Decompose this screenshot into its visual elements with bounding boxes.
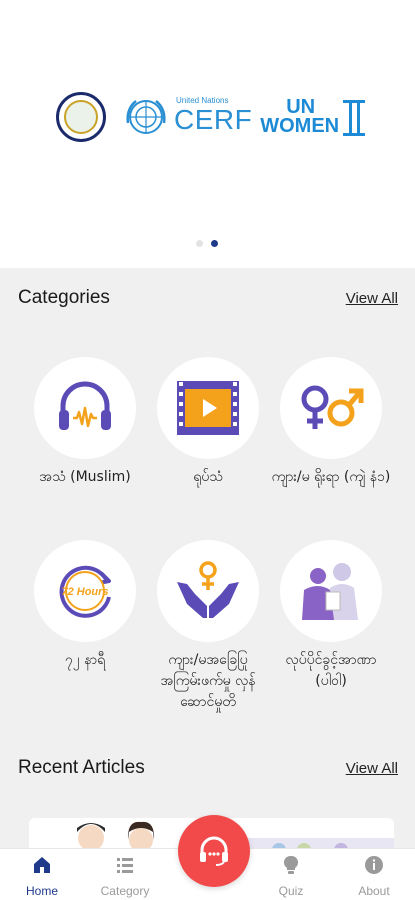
un-emblem-icon	[126, 100, 166, 134]
category-label: ရုပ်သံ	[193, 469, 223, 485]
hands-female-symbol-icon	[177, 561, 239, 618]
category-circle: 72 Hours	[34, 540, 136, 642]
category-item-gender-norms[interactable]: ကျား/မ ရိုးရာ (ကျဲ နံ၁)	[270, 357, 392, 488]
carousel-indicator	[196, 240, 218, 247]
category-circle	[280, 540, 382, 642]
cerf-big-text: CERF	[174, 103, 253, 135]
recent-articles-view-all-link[interactable]: View All	[346, 760, 398, 777]
category-item-audio[interactable]: အသံ (Muslim)	[24, 357, 146, 488]
video-film-icon	[177, 381, 239, 435]
info-icon	[365, 856, 383, 874]
category-label: ကျား/မအခြေပြု အကြမ်းဖက်မှု လှန်ဆောင်မှုတ…	[160, 652, 256, 710]
category-label: ၇၂ နာရီ	[64, 652, 106, 668]
nav-item-quiz[interactable]: Quiz	[256, 849, 326, 898]
carousel-dot-active[interactable]	[211, 240, 218, 247]
headphones-icon	[59, 381, 111, 430]
nav-item-category[interactable]: Category	[90, 849, 160, 898]
nav-label: About	[358, 884, 390, 898]
banner-carousel[interactable]: United Nations CERF UN WOMEN	[0, 0, 415, 268]
category-item-gbv-response[interactable]: ကျား/မအခြေပြု အကြမ်းဖက်မှု လှန်ဆောင်မှုတ…	[147, 540, 269, 713]
categories-view-all-link[interactable]: View All	[346, 290, 398, 307]
category-label: ကျား/မ ရိုးရာ (ကျဲ နံ၁)	[271, 469, 391, 485]
lightbulb-icon	[283, 855, 299, 874]
category-label: အသံ (Muslim)	[39, 469, 131, 485]
72-hours-icon: 72 Hours	[59, 565, 111, 618]
headset-icon	[200, 836, 228, 866]
un-women-bottom-text: WOMEN	[260, 115, 340, 137]
helpline-fab-button[interactable]	[178, 815, 250, 887]
nav-item-home[interactable]: Home	[7, 849, 77, 898]
svg-text:72 Hours: 72 Hours	[61, 586, 108, 598]
nav-label: Category	[100, 884, 150, 898]
cerf-logo: United Nations CERF	[174, 96, 253, 135]
recent-articles-title: Recent Articles	[18, 757, 145, 778]
category-circle	[280, 357, 382, 459]
category-item-video[interactable]: ရုပ်သံ	[147, 357, 269, 488]
categories-title: Categories	[18, 287, 110, 308]
nav-label: Home	[25, 884, 58, 898]
gender-symbols-icon	[301, 385, 364, 429]
list-icon	[117, 858, 133, 873]
category-item-power[interactable]: လုပ်ပိုင်ခွင့်အာဏာ (ပါဝါ)	[270, 540, 392, 692]
un-women-logo: UN WOMEN	[260, 97, 366, 137]
power-people-icon	[302, 563, 358, 620]
category-label: လုပ်ပိုင်ခွင့်အာဏာ (ပါဝါ)	[285, 652, 377, 689]
home-icon	[34, 857, 50, 873]
category-circle	[157, 540, 259, 642]
nav-label: Quiz	[278, 884, 304, 898]
partner-logos: United Nations CERF UN WOMEN	[56, 92, 366, 142]
seal-logo-icon	[56, 92, 106, 142]
un-women-bars-icon	[343, 100, 366, 136]
category-circle	[157, 357, 259, 459]
carousel-dot[interactable]	[196, 240, 203, 247]
category-item-72-hours[interactable]: 72 Hours ၇၂ နာရီ	[24, 540, 146, 671]
nav-item-about[interactable]: About	[339, 849, 409, 898]
category-circle	[34, 357, 136, 459]
